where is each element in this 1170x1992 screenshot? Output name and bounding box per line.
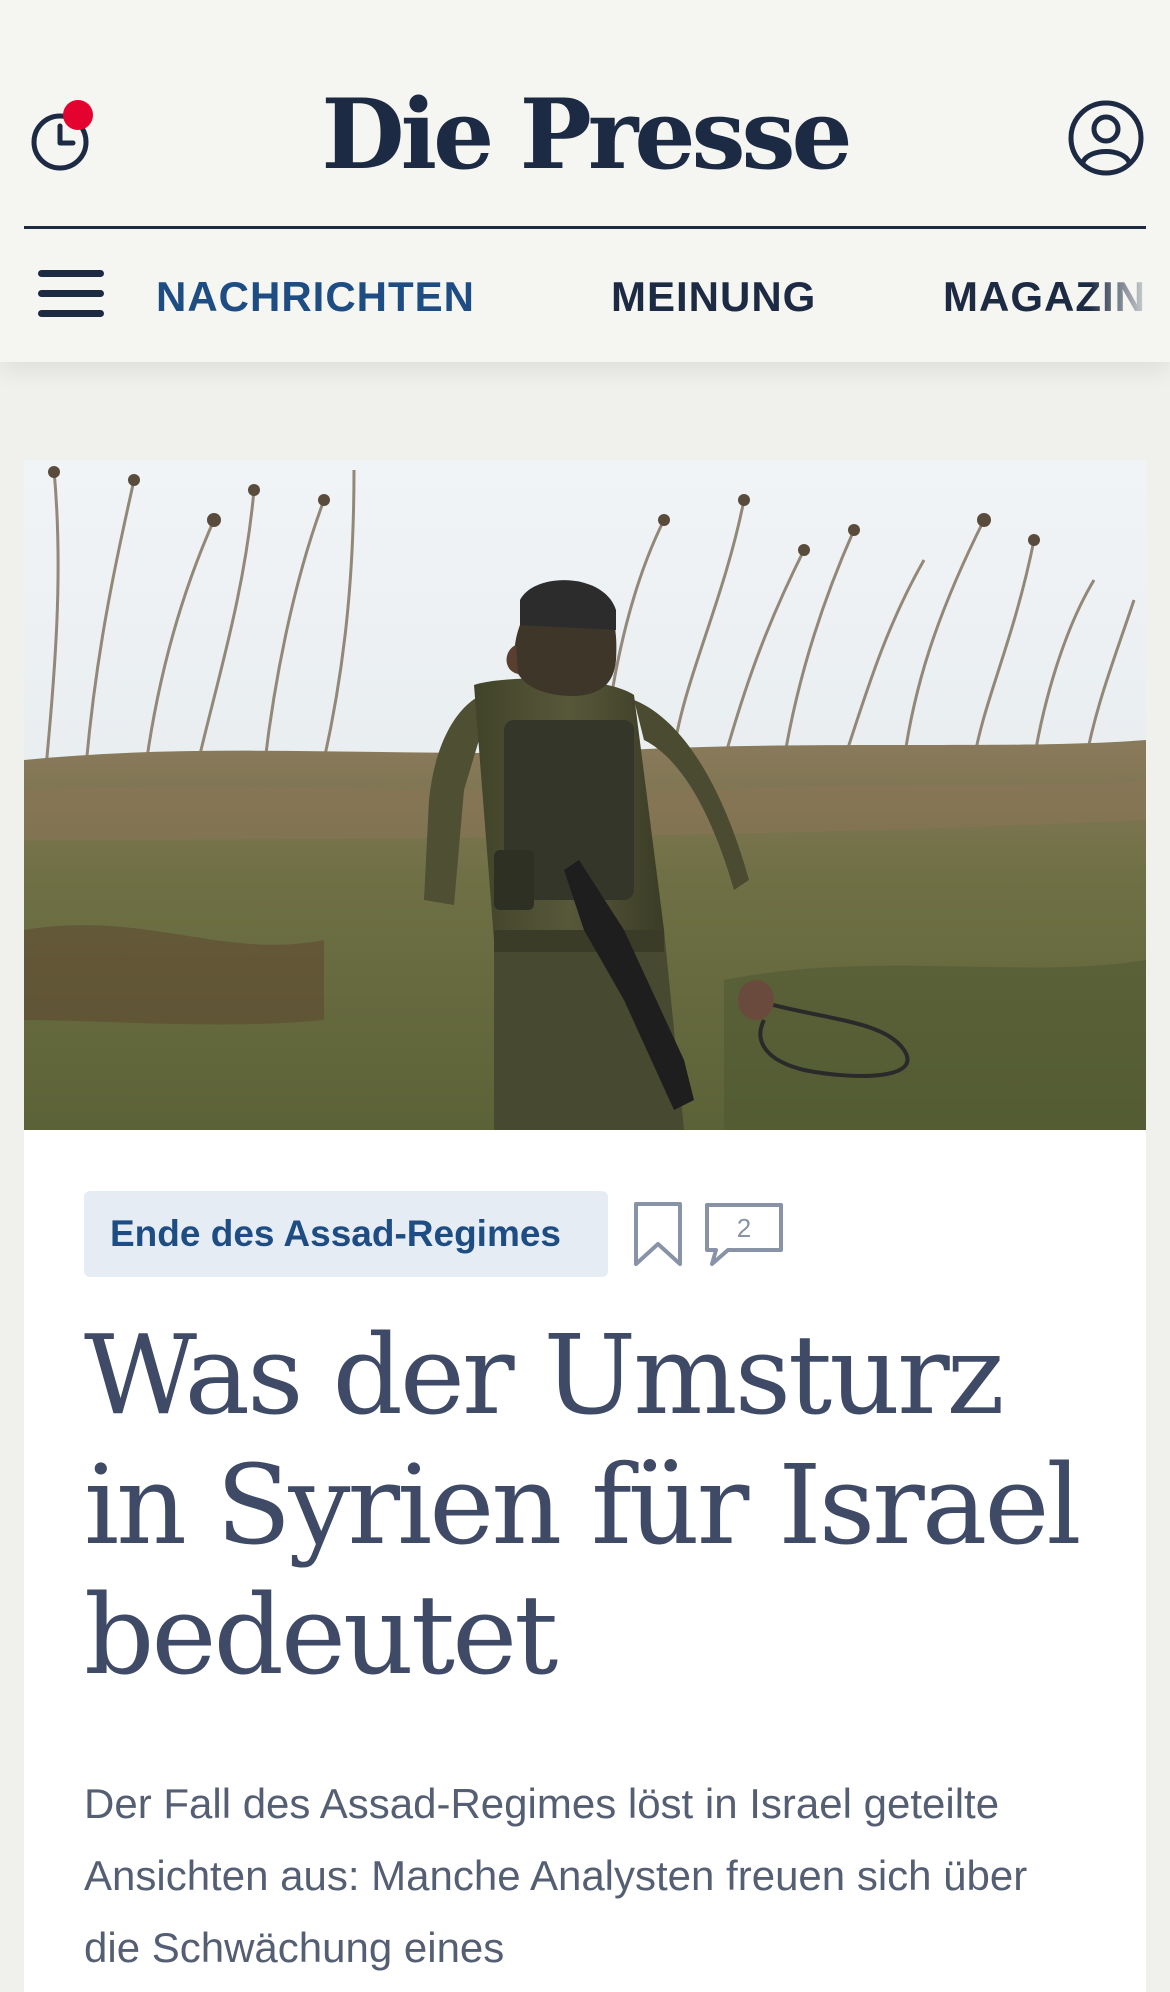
nav-item-nachrichten[interactable]: NACHRICHTEN <box>156 272 475 322</box>
user-account-icon[interactable] <box>1066 98 1146 178</box>
comment-count: 2 <box>736 1213 752 1243</box>
bookmark-icon[interactable] <box>632 1200 684 1268</box>
topic-tag[interactable]: Ende des Assad-Regimes <box>84 1191 608 1277</box>
site-header: Die Presse NACHRICHTEN MEINUNG MAGAZIN <box>0 0 1170 362</box>
article-lead: Der Fall des Assad-Regimes löst in Israe… <box>84 1780 1028 1971</box>
page: Die Presse NACHRICHTEN MEINUNG MAGAZIN E… <box>0 0 1170 1992</box>
header-divider <box>24 226 1146 229</box>
nav-scroll-fade <box>1090 248 1170 348</box>
hamburger-menu-icon[interactable] <box>38 268 106 322</box>
article-hero-image[interactable] <box>24 460 1146 1130</box>
nav-item-meinung[interactable]: MEINUNG <box>611 272 816 322</box>
article-headline[interactable]: Was der Umsturz in Syrien für Israel bed… <box>84 1310 1084 1700</box>
site-logo[interactable]: Die Presse <box>0 80 1170 190</box>
